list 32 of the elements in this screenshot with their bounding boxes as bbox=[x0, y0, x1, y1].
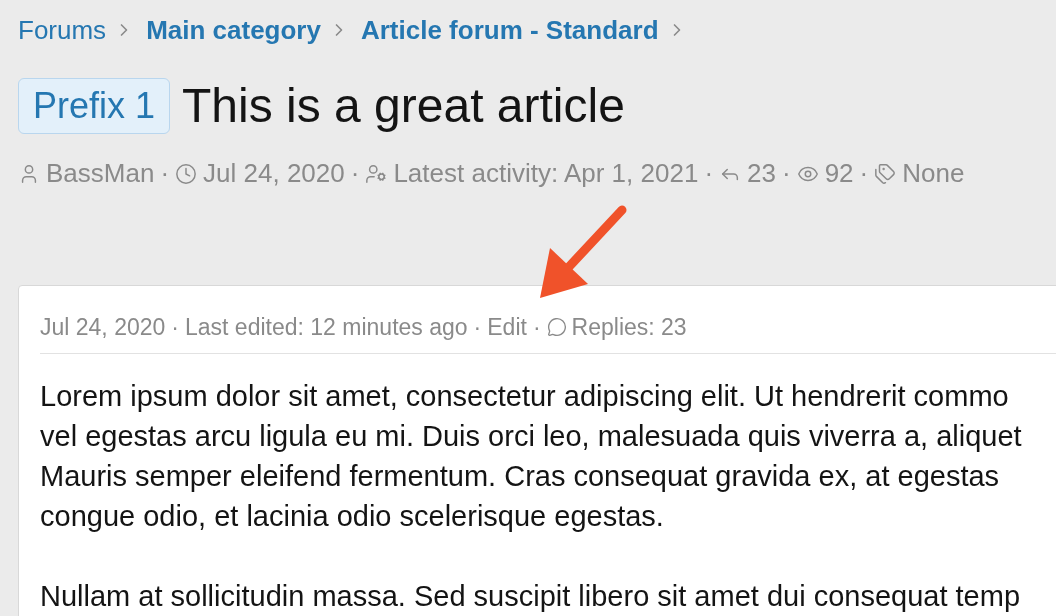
body-text-line: vel egestas arcu ligula eu mi. Duis orci leo, malesuada quis viverra a, aliquet bbox=[40, 418, 1023, 454]
separator-dot: · bbox=[160, 157, 170, 190]
separator-dot: · bbox=[473, 313, 482, 342]
post-meta-text: Jul 24, 2020 bbox=[40, 313, 166, 342]
separator-dot: · bbox=[704, 157, 714, 190]
body-text-line: Lorem ipsum dolor sit amet, consectetur adipiscing elit. Ut hendrerit commo bbox=[40, 378, 1010, 414]
separator-dot: · bbox=[532, 313, 541, 342]
speech-bubble-icon bbox=[546, 317, 567, 338]
user-clock-icon bbox=[365, 162, 388, 185]
meta-text: BassMan bbox=[46, 157, 155, 190]
thread-title: This is a great article bbox=[182, 82, 625, 130]
meta-text: 92 bbox=[824, 157, 854, 190]
breadcrumb-link[interactable]: Article forum - Standard bbox=[360, 10, 659, 50]
replies-count: Replies: 23 bbox=[571, 313, 687, 342]
separator-dot: · bbox=[859, 157, 869, 190]
meta-text: None bbox=[902, 157, 965, 190]
tags-icon bbox=[874, 162, 897, 185]
edit-link[interactable]: Edit bbox=[487, 310, 527, 345]
separator-dot: · bbox=[350, 157, 360, 190]
body-text-line: Nullam at sollicitudin massa. Sed suscipit libero sit amet dui consequat temp bbox=[40, 578, 1021, 614]
separator-dot: · bbox=[171, 313, 179, 342]
post-meta-text: Last edited: 12 minutes ago bbox=[185, 313, 468, 342]
meta-text: Latest activity: Apr 1, 2021 bbox=[393, 157, 699, 190]
breadcrumb-link[interactable]: Main category bbox=[146, 10, 321, 50]
prefix-label: Prefix 1 bbox=[18, 78, 171, 134]
separator-dot: · bbox=[781, 157, 791, 190]
clock-icon bbox=[175, 162, 198, 185]
meta-text: 23 bbox=[747, 157, 776, 190]
breadcrumb-link[interactable]: Forums bbox=[18, 10, 107, 50]
body-text-line: Mauris semper eleifend fermentum. Cras consequat gravida ex, at egestas bbox=[40, 458, 1001, 494]
body-text-line: congue odio, et lacinia odio scelerisque egestas. bbox=[40, 498, 665, 534]
meta-text: Jul 24, 2020 bbox=[203, 157, 345, 190]
